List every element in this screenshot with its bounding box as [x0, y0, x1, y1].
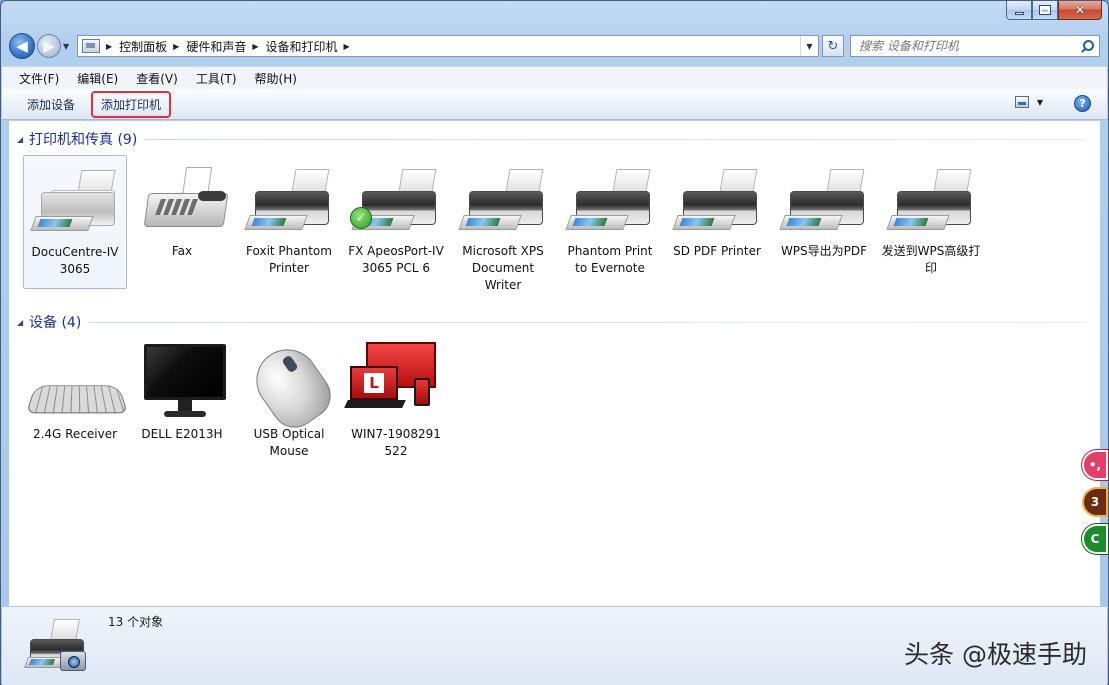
recent-pages-dropdown[interactable]: ▼: [63, 42, 73, 51]
printer-item[interactable]: DocuCentre-IV 3065: [23, 155, 127, 289]
breadcrumb-separator-icon[interactable]: ▶: [252, 42, 258, 51]
printer-icon: ✓: [348, 155, 444, 243]
search-icon[interactable]: [1080, 39, 1094, 53]
change-view-button[interactable]: ▼: [1014, 96, 1043, 108]
breadcrumb-hardware-sound[interactable]: 硬件和声音: [186, 38, 246, 55]
menu-bar: 文件(F) 编辑(E) 查看(V) 工具(T) 帮助(H): [2, 66, 1107, 89]
printer-label: SD PDF Printer: [673, 244, 761, 258]
menu-view[interactable]: 查看(V): [127, 70, 187, 87]
forward-button[interactable]: ▶: [37, 34, 61, 58]
control-panel-icon: [82, 39, 100, 53]
refresh-icon: ↻: [827, 38, 839, 54]
collapse-arrow-icon[interactable]: ◢: [17, 135, 29, 144]
monitor-icon: [134, 338, 230, 426]
floating-badge-icon[interactable]: C: [1082, 524, 1108, 554]
printer-icon: [669, 155, 765, 243]
printer-icon: [455, 155, 551, 243]
floating-badge-icon[interactable]: 3: [1082, 487, 1108, 517]
close-icon: ✕: [1074, 3, 1086, 17]
computer-icon: L: [344, 338, 444, 426]
devices-content-area: ◢ 打印机和传真 (9) DocuCentre-IV 3065 Fax Foxi…: [9, 121, 1100, 606]
search-box[interactable]: [850, 35, 1100, 57]
floating-badge-icon[interactable]: •,: [1082, 450, 1108, 480]
device-label: 2.4G Receiver: [32, 427, 118, 441]
maximize-button[interactable]: [1032, 1, 1058, 20]
printer-item[interactable]: 发送到WPS高级打印: [879, 155, 983, 277]
printer-icon: [562, 155, 658, 243]
view-options-icon: [1014, 96, 1029, 108]
device-item[interactable]: 2.4G Receiver: [23, 338, 129, 443]
fax-icon: [134, 155, 230, 243]
minimize-button[interactable]: [1006, 1, 1032, 20]
menu-help[interactable]: 帮助(H): [246, 70, 306, 87]
breadcrumb-control-panel[interactable]: 控制面板: [119, 38, 167, 55]
default-printer-item[interactable]: ✓ FX ApeosPort-IV 3065 PCL 6: [344, 155, 448, 277]
device-label: WIN7-1908291 522: [351, 427, 441, 458]
printer-icon: [883, 155, 979, 243]
printer-label: Foxit Phantom Printer: [246, 244, 332, 275]
navigation-bar: ◀ ▶ ▼ ▶ 控制面板 ▶ 硬件和声音 ▶ 设备和打印机 ▶ ▼ ↻: [9, 32, 1100, 60]
menu-edit[interactable]: 编辑(E): [68, 70, 127, 87]
printer-label: Phantom Print to Evernote: [567, 244, 653, 275]
printer-item[interactable]: Phantom Print to Evernote: [558, 155, 662, 277]
device-label: USB Optical Mouse: [253, 427, 325, 458]
chevron-down-icon[interactable]: ▼: [1037, 98, 1043, 107]
breadcrumb-separator-icon[interactable]: ▶: [173, 42, 179, 51]
group-divider: [145, 138, 1086, 140]
device-item[interactable]: USB Optical Mouse: [237, 337, 341, 460]
default-check-icon: ✓: [350, 207, 372, 229]
printers-group-header[interactable]: ◢ 打印机和传真 (9): [17, 129, 1086, 149]
printer-label: FX ApeosPort-IV 3065 PCL 6: [348, 244, 444, 275]
menu-tools[interactable]: 工具(T): [187, 70, 246, 87]
maximize-icon: [1039, 5, 1051, 15]
printer-item[interactable]: Foxit Phantom Printer: [237, 155, 341, 277]
fax-item[interactable]: Fax: [130, 155, 234, 260]
device-label: DELL E2013H: [141, 427, 223, 441]
devices-group-title: 设备 (4): [29, 315, 82, 331]
printer-icon: [776, 155, 872, 243]
printer-icon: [27, 156, 123, 244]
back-arrow-icon: ◀: [16, 37, 28, 55]
printer-label: 发送到WPS高级打印: [881, 244, 981, 275]
address-bar[interactable]: ▶ 控制面板 ▶ 硬件和声音 ▶ 设备和打印机 ▶ ▼: [77, 35, 819, 57]
printers-group-title: 打印机和传真 (9): [29, 132, 138, 148]
breadcrumb-separator-icon[interactable]: ▶: [344, 42, 350, 51]
forward-arrow-icon: ▶: [43, 37, 55, 55]
printer-icon: [241, 155, 337, 243]
search-input[interactable]: [859, 39, 1059, 53]
collapse-arrow-icon[interactable]: ◢: [17, 318, 29, 327]
breadcrumb-separator-icon[interactable]: ▶: [106, 42, 112, 51]
mouse-icon: [241, 337, 340, 437]
printer-item[interactable]: WPS导出为PDF: [772, 155, 876, 260]
explorer-window: ✕ ◀ ▶ ▼ ▶ 控制面板 ▶ 硬件和声音 ▶ 设备和打印机 ▶ ▼ ↻ 文件…: [0, 0, 1109, 685]
devices-group-header[interactable]: ◢ 设备 (4): [17, 312, 1086, 332]
device-item[interactable]: L WIN7-1908291 522: [344, 338, 448, 460]
add-printer-button[interactable]: 添加打印机: [91, 90, 172, 118]
address-dropdown-icon[interactable]: ▼: [800, 36, 818, 56]
printer-label: WPS导出为PDF: [780, 244, 868, 258]
back-button[interactable]: ◀: [9, 33, 35, 59]
object-count: 13 个对象: [108, 615, 164, 629]
close-button[interactable]: ✕: [1058, 1, 1102, 20]
command-bar: 添加设备 添加打印机 ▼ ?: [2, 89, 1107, 120]
add-device-button[interactable]: 添加设备: [17, 92, 85, 117]
menu-file[interactable]: 文件(F): [10, 70, 68, 87]
printer-item[interactable]: Microsoft XPS Document Writer: [451, 155, 555, 294]
details-pane: 13 个对象 头条 @极速手助: [2, 606, 1107, 685]
printer-label: DocuCentre-IV 3065: [31, 245, 119, 276]
printer-item[interactable]: SD PDF Printer: [665, 155, 769, 260]
printer-label: Microsoft XPS Document Writer: [462, 244, 544, 292]
printer-label: Fax: [171, 244, 193, 258]
refresh-button[interactable]: ↻: [822, 35, 844, 57]
group-divider: [89, 321, 1086, 323]
help-icon[interactable]: ?: [1074, 95, 1091, 112]
breadcrumb-devices-printers[interactable]: 设备和打印机: [266, 38, 338, 55]
device-item[interactable]: DELL E2013H: [130, 338, 234, 443]
window-caption-buttons: ✕: [1006, 1, 1102, 21]
watermark-text: 头条 @极速手助: [904, 640, 1087, 669]
keyboard-icon: [25, 338, 129, 426]
minimize-icon: [1014, 11, 1024, 15]
devices-printers-icon: [23, 615, 92, 677]
